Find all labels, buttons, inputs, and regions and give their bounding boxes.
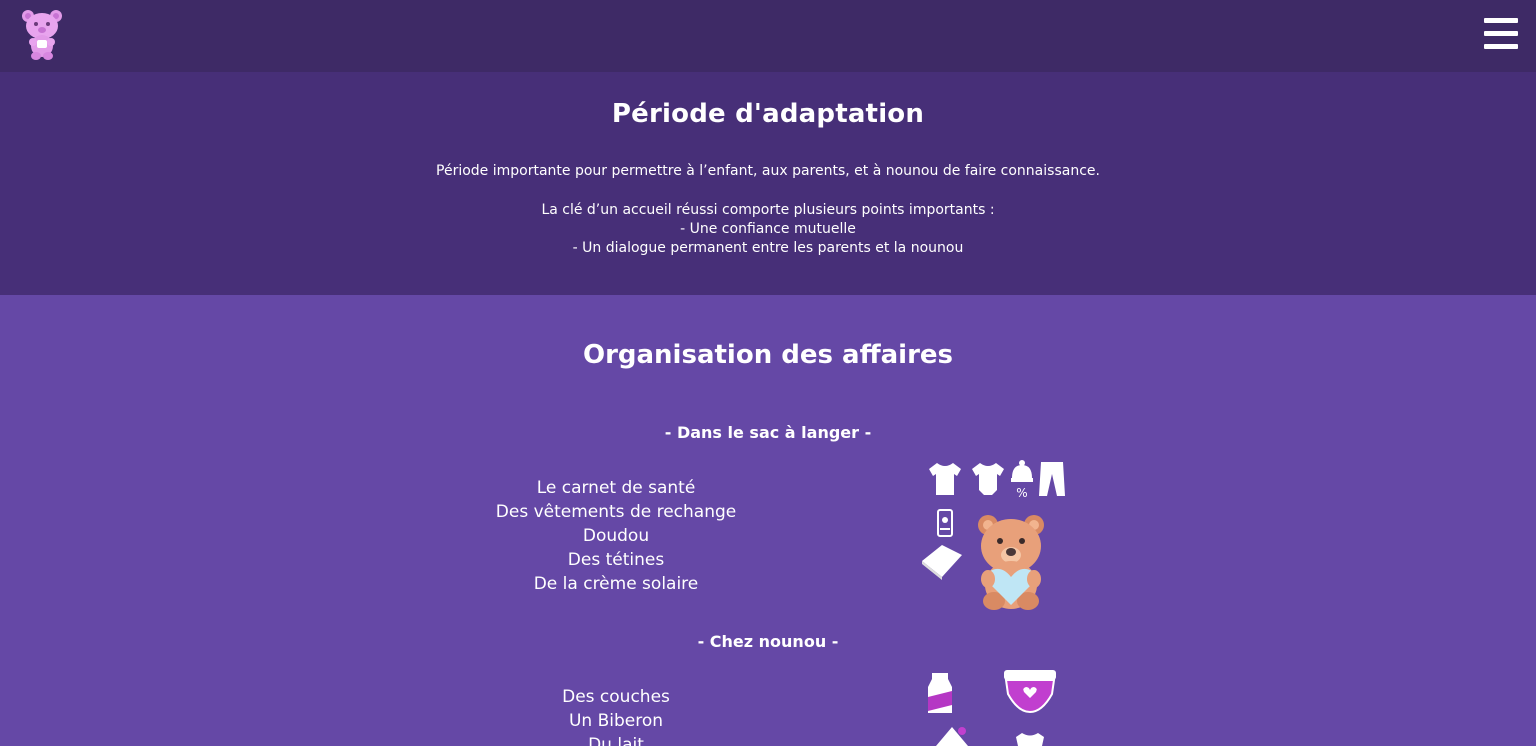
organisation-section: Organisation des affaires - Dans le sac … [0,295,1536,746]
bodysuit-icon [1016,733,1044,746]
pants-icon [1039,462,1065,496]
list-item: Des couches [562,687,670,707]
list-item: Des vêtements de rechange [495,502,737,522]
hamburger-menu-icon[interactable] [1484,18,1518,50]
list-item: Doudou [582,526,650,546]
organisation-title: Organisation des affaires [582,340,954,370]
bag-heading: - Dans le sac à langer - [664,423,872,442]
list-item: Un Biberon [568,711,664,731]
adaptation-key-line: La clé d’un accueil réussi comporte plus… [541,202,995,218]
adaptation-title: Période d'adaptation [611,99,925,129]
nanny-items-list: Des couches Un Biberon Du lait [460,685,772,746]
baby-bottle-icon [936,727,968,746]
diaper-icon [1004,670,1056,714]
svg-text:%: % [1016,486,1027,500]
list-item: Des tétines [567,550,665,570]
teddy-bear-logo[interactable] [20,8,64,62]
teddy-bear-heart-icon [978,515,1044,610]
top-navigation-bar [0,0,1536,72]
bodysuit-icon [972,463,1004,495]
adaptation-point: - Une confiance mutuelle [680,221,856,237]
baby-hat-icon: % [1011,460,1033,500]
booklet-icon [922,545,962,580]
adaptation-intro: Période importante pour permettre à l’en… [436,163,1100,179]
list-item: De la crème solaire [533,574,699,594]
adaptation-point: - Un dialogue permanent entre les parent… [572,240,964,256]
list-item: Du lait [588,735,644,746]
milk-carton-icon [928,673,952,713]
nanny-heading: - Chez nounou - [697,632,839,651]
tshirt-icon [929,463,961,495]
adaptation-section: Période d'adaptation Période importante … [0,72,1536,295]
sunscreen-icon [937,509,953,537]
bag-items-list: Le carnet de santé Des vêtements de rech… [460,476,772,596]
list-item: Le carnet de santé [536,478,696,498]
